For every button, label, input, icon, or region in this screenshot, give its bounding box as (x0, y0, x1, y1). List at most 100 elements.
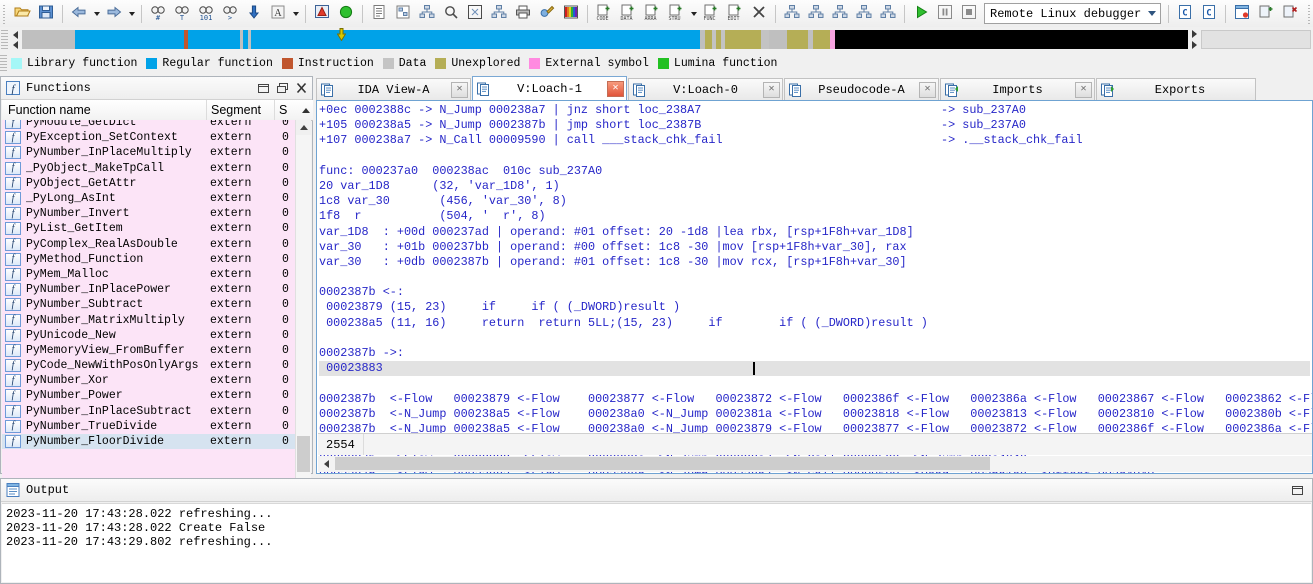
column-header-function-name[interactable]: Function name (2, 100, 207, 120)
tab-close-icon[interactable]: ✕ (919, 81, 936, 98)
trace-line[interactable]: 000238a5 (11, 16) return return 5LL;(15,… (319, 316, 1310, 331)
make-data-button[interactable]: DATA (616, 2, 640, 26)
lumina-button[interactable] (334, 2, 358, 26)
column-header-s[interactable]: S (275, 100, 298, 120)
tab-imports[interactable]: Imports ✕ (940, 78, 1095, 100)
print-button[interactable] (511, 2, 535, 26)
sort-ascending-icon[interactable] (298, 100, 313, 120)
chevron-down-icon[interactable] (1144, 5, 1160, 22)
trace-view[interactable]: +0ec 0002388c -> N_Jump 000238a7 | jnz s… (316, 100, 1313, 474)
trace-line[interactable]: 0002387b <-Flow 00023879 <-Flow 00023877… (319, 392, 1312, 407)
delete-breakpoint-button[interactable] (1278, 2, 1302, 26)
output-log[interactable]: 2023-11-20 17:43:28.022 refreshing... 202… (2, 503, 1311, 582)
make-struct-button[interactable]: STRU (664, 2, 688, 26)
strings-button[interactable] (1230, 2, 1254, 26)
font-dropdown[interactable] (290, 3, 301, 25)
colors-button[interactable] (559, 2, 583, 26)
trace-line[interactable]: var_30 : +01b 000237bb | operand: #00 of… (319, 240, 1310, 255)
fit-window-button[interactable] (463, 2, 487, 26)
function-list-row[interactable]: f PyNumber_Invert extern 0 (2, 206, 298, 222)
trace-line[interactable]: +107 000238a7 -> N_Call 00009590 | call … (319, 133, 1310, 148)
tab-v-loach-1[interactable]: V:Loach-1 ✕ (472, 76, 627, 100)
edit-function-button[interactable]: EDIT (723, 2, 747, 26)
trace-line[interactable]: 00023879 (15, 23) if if ( (_DWORD)result… (319, 300, 1310, 315)
trace-line[interactable] (319, 149, 1310, 164)
stop-button[interactable] (957, 2, 981, 26)
xrefs-button[interactable] (487, 2, 511, 26)
trace-line[interactable]: +0ec 0002388c -> N_Jump 000238a7 | jnz s… (319, 103, 1310, 118)
tab-pseudocode-a[interactable]: Pseudocode-A ✕ (784, 78, 939, 100)
run-button[interactable] (909, 2, 933, 26)
column-header-segment[interactable]: Segment (207, 100, 275, 120)
function-list-row[interactable]: f PyNumber_Subtract extern 0 (2, 297, 298, 313)
graph-view-button[interactable] (391, 2, 415, 26)
add-breakpoint-button[interactable] (1254, 2, 1278, 26)
close-window-button[interactable] (293, 80, 310, 96)
view-hscroll-thumb[interactable] (335, 457, 990, 470)
undefine-button[interactable] (747, 2, 771, 26)
trace-line[interactable] (319, 270, 1310, 285)
tab-exports[interactable]: Exports (1096, 78, 1256, 100)
function-list-row[interactable]: f PyMethod_Function extern 0 (2, 251, 298, 267)
function-list-row[interactable]: f PyComplex_RealAsDouble extern 0 (2, 236, 298, 252)
make-code-button[interactable]: CODE (592, 2, 616, 26)
trace-line[interactable]: 20 var_1D8 (32, 'var_1D8', 1) (319, 179, 1310, 194)
make-function-button[interactable]: FUNC (699, 2, 723, 26)
functions-list-vscrollbar[interactable] (295, 120, 311, 494)
vscroll-thumb[interactable] (297, 436, 310, 472)
legend-grip[interactable] (0, 55, 7, 71)
function-list-row[interactable]: f PyNumber_InPlaceSubtract extern 0 (2, 403, 298, 419)
trace-line[interactable]: +105 000238a5 -> N_Jump 0002387b | jmp s… (319, 118, 1310, 133)
function-list-row[interactable]: f PyList_GetItem extern 0 (2, 221, 298, 237)
function-list-row[interactable]: f PyNumber_InPlacePower extern 0 (2, 282, 298, 298)
function-list-row[interactable]: f PyNumber_InPlaceMultiply extern 0 (2, 145, 298, 161)
maximize-window-button[interactable] (274, 80, 291, 96)
back-dropdown[interactable] (91, 3, 102, 25)
function-calls-button[interactable] (804, 2, 828, 26)
function-list-row[interactable]: f PyNumber_Xor extern 0 (2, 373, 298, 389)
tab-close-icon[interactable]: ✕ (1075, 81, 1092, 98)
view-hscroll-left[interactable] (318, 456, 334, 472)
jump-down-button[interactable] (242, 2, 266, 26)
back-button[interactable] (67, 2, 91, 26)
function-list-row[interactable]: f PyException_SetContext extern 0 (2, 130, 298, 146)
function-list-row[interactable]: f PyModule_GetDict extern 0 (2, 120, 298, 131)
function-list-row[interactable]: f PyNumber_TrueDivide extern 0 (2, 418, 298, 434)
function-list-row[interactable]: f PyMem_Malloc extern 0 (2, 266, 298, 283)
search-sequence-button[interactable]: # (146, 2, 170, 26)
text-view-button[interactable] (367, 2, 391, 26)
function-list-row[interactable]: f PyMemoryView_FromBuffer extern 0 (2, 342, 298, 358)
tab-close-icon[interactable]: ✕ (763, 81, 780, 98)
function-list-row[interactable]: f PyObject_GetAttr extern 0 (2, 175, 298, 191)
open-file-button[interactable] (10, 2, 34, 26)
user-xrefs-button[interactable] (876, 2, 900, 26)
pause-button[interactable] (933, 2, 957, 26)
trace-line[interactable]: 1c8 var_30 (456, 'var_30', 8) (319, 194, 1310, 209)
trace-line[interactable]: 0002387b ->: (319, 346, 1310, 361)
trace-line[interactable] (319, 331, 1310, 346)
function-list-row[interactable]: f PyNumber_FloorDivide extern 0 (2, 433, 298, 450)
function-list-row[interactable]: f PyNumber_MatrixMultiply extern 0 (2, 312, 298, 328)
function-list-row[interactable]: f PyNumber_Power extern 0 (2, 388, 298, 404)
toolbar-grip[interactable] (1, 3, 8, 24)
trace-line[interactable]: 00023883 (319, 361, 1310, 377)
functions-list[interactable]: f PyModule_GetDict extern 0 f PyException_Set… (2, 120, 298, 494)
function-list-row[interactable]: f _PyObject_MakeTpCall extern 0 (2, 160, 298, 176)
function-list-row[interactable]: f PyCode_NewWithPosOnlyArgs extern 0 (2, 358, 298, 374)
forward-dropdown[interactable] (126, 3, 137, 25)
navband-scroll-left[interactable] (8, 30, 22, 50)
debugger-selector[interactable]: Remote Linux debugger (984, 3, 1161, 24)
restore-output-button[interactable] (1289, 482, 1306, 498)
proximity-view-button[interactable] (415, 2, 439, 26)
function-list-row[interactable]: f PyUnicode_New extern 0 (2, 327, 298, 343)
navigation-band[interactable] (0, 27, 1313, 52)
xrefs-from-button[interactable] (852, 2, 876, 26)
zoom-button[interactable] (439, 2, 463, 26)
trace-line[interactable]: func: 000237a0 000238ac 010c sub_237A0 (319, 164, 1310, 179)
navband-colorstrip[interactable] (22, 28, 1188, 49)
decompile-file-button[interactable]: C (1197, 2, 1221, 26)
c-decompile-button[interactable]: C (1173, 2, 1197, 26)
xrefs-to-button[interactable] (828, 2, 852, 26)
trace-line[interactable]: 0002387b <-: (319, 285, 1310, 300)
flow-chart-button[interactable] (780, 2, 804, 26)
